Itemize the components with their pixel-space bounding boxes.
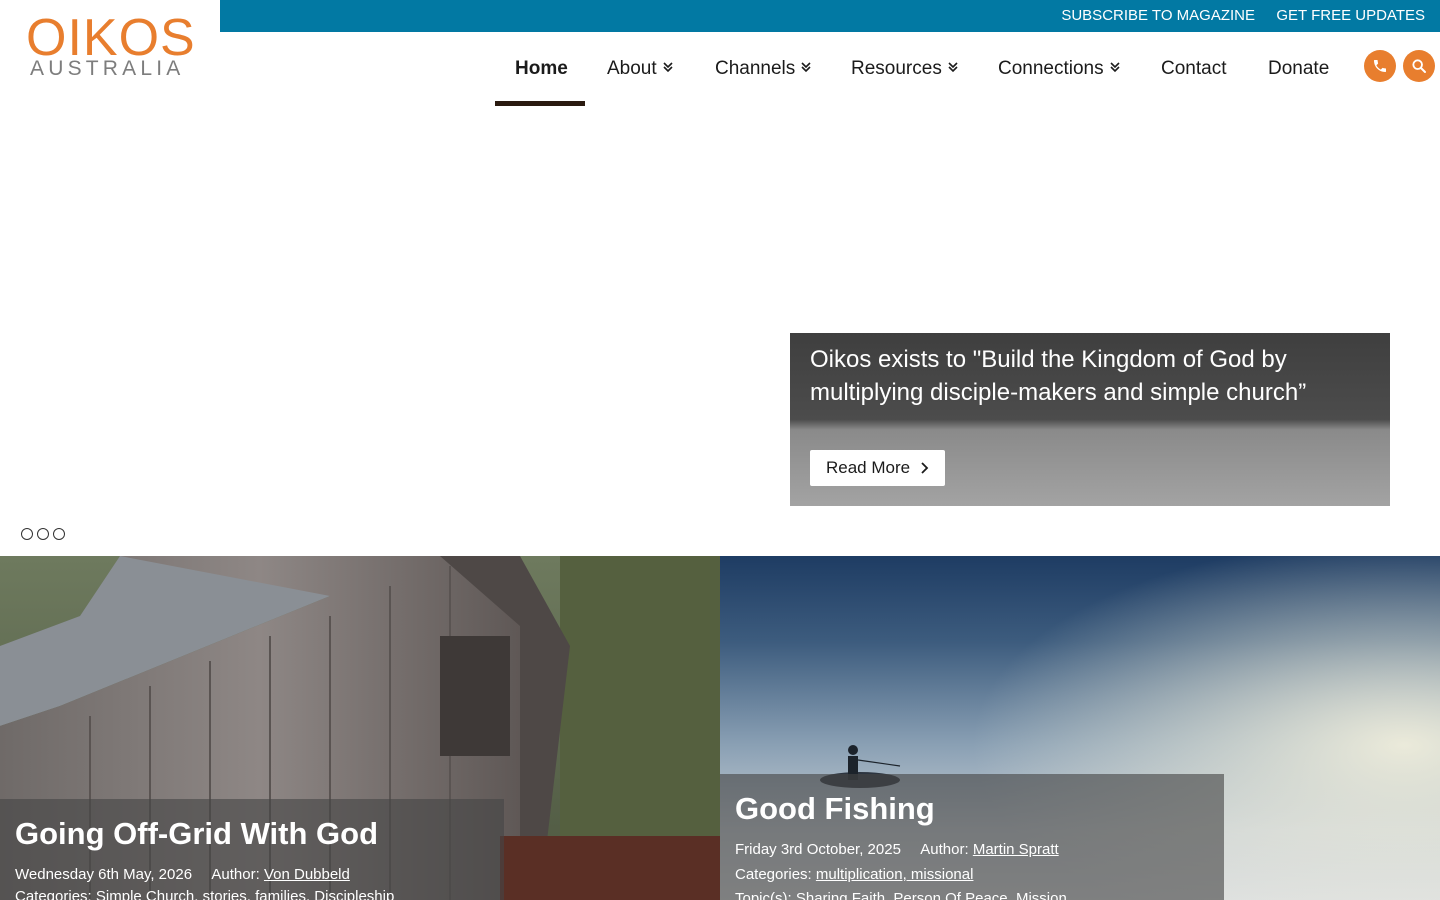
- double-chevron-down-icon: [663, 62, 673, 73]
- phone-icon: [1374, 60, 1386, 72]
- card-categories: Categories: multiplication, missional: [735, 865, 973, 885]
- nav-item-label: Channels: [715, 58, 796, 79]
- article-card-off-grid[interactable]: Going Off-Grid With God Wednesday 6th Ma…: [0, 556, 720, 900]
- nav-item-label: About: [607, 58, 657, 79]
- card-date-author: Friday 3rd October, 2025 Author: Martin …: [735, 840, 1059, 860]
- chevron-right-icon: [921, 462, 929, 474]
- active-nav-indicator: [495, 101, 585, 106]
- double-chevron-down-icon: [1110, 62, 1120, 73]
- nav-item-donate[interactable]: Donate: [1268, 56, 1329, 82]
- card-author-label: Author:: [920, 841, 969, 858]
- card-categories-label: Categories:: [735, 866, 812, 883]
- article-card-good-fishing[interactable]: Good Fishing Friday 3rd October, 2025 Au…: [720, 556, 1440, 900]
- slider-dots: [21, 528, 65, 540]
- hero-caption-text: Oikos exists to "Build the Kingdom of Go…: [810, 346, 1307, 406]
- card-date: Friday 3rd October, 2025: [735, 841, 901, 858]
- read-more-label: Read More: [826, 458, 911, 477]
- card-date: Wednesday 6th May, 2026: [15, 866, 193, 883]
- double-chevron-down-icon: [801, 62, 811, 73]
- free-updates-link[interactable]: GET FREE UPDATES: [1276, 7, 1425, 24]
- nav-item-label: Contact: [1161, 58, 1227, 79]
- card-author-link[interactable]: Martin Spratt: [973, 841, 1059, 858]
- card-categories: Categories: Simple Church, stories, fami…: [15, 887, 394, 900]
- hero-caption-box: Oikos exists to "Build the Kingdom of Go…: [790, 333, 1390, 506]
- nav-item-label: Resources: [851, 58, 942, 79]
- card-author-label: Author:: [211, 866, 260, 883]
- card-title[interactable]: Good Fishing: [735, 791, 935, 827]
- nav-item-channels[interactable]: Channels: [715, 56, 812, 82]
- slider-dot[interactable]: [37, 528, 49, 540]
- subscribe-magazine-link[interactable]: SUBSCRIBE TO MAGAZINE: [1061, 7, 1255, 24]
- card-categories-links[interactable]: multiplication, missional: [816, 866, 974, 883]
- nav-item-label: Connections: [998, 58, 1104, 79]
- card-date-author: Wednesday 6th May, 2026 Author: Von Dubb…: [15, 865, 350, 885]
- search-icon: [1412, 59, 1426, 73]
- nav-item-label: Home: [515, 58, 568, 79]
- card-topics-label: Topic(s):: [735, 890, 792, 900]
- phone-button[interactable]: [1364, 50, 1396, 82]
- site-logo[interactable]: OIKOS AUSTRALIA: [24, 12, 196, 82]
- top-utility-bar: SUBSCRIBE TO MAGAZINE GET FREE UPDATES: [220, 0, 1440, 32]
- slider-dot[interactable]: [21, 528, 33, 540]
- slider-dot[interactable]: [53, 528, 65, 540]
- nav-item-label: Donate: [1268, 58, 1330, 79]
- read-more-button[interactable]: Read More: [810, 450, 946, 486]
- card-author-link[interactable]: Von Dubbeld: [264, 866, 350, 883]
- nav-item-resources[interactable]: Resources: [851, 56, 959, 82]
- double-chevron-down-icon: [948, 62, 958, 73]
- card-categories-links[interactable]: Simple Church, stories, families, Discip…: [96, 888, 394, 900]
- logo-subtitle: AUSTRALIA: [30, 57, 185, 80]
- nav-item-about[interactable]: About: [607, 56, 674, 82]
- card-categories-label: Categories:: [15, 888, 92, 900]
- nav-item-contact[interactable]: Contact: [1161, 56, 1226, 82]
- card-topics: Topic(s): Sharing Faith, Person Of Peace…: [735, 889, 1067, 900]
- card-topics-links[interactable]: Sharing Faith, Person Of Peace, Mission: [796, 890, 1067, 900]
- nav-item-home[interactable]: Home: [515, 56, 568, 82]
- card-title[interactable]: Going Off-Grid With God: [15, 816, 378, 852]
- nav-item-connections[interactable]: Connections: [998, 56, 1121, 82]
- search-button[interactable]: [1403, 50, 1435, 82]
